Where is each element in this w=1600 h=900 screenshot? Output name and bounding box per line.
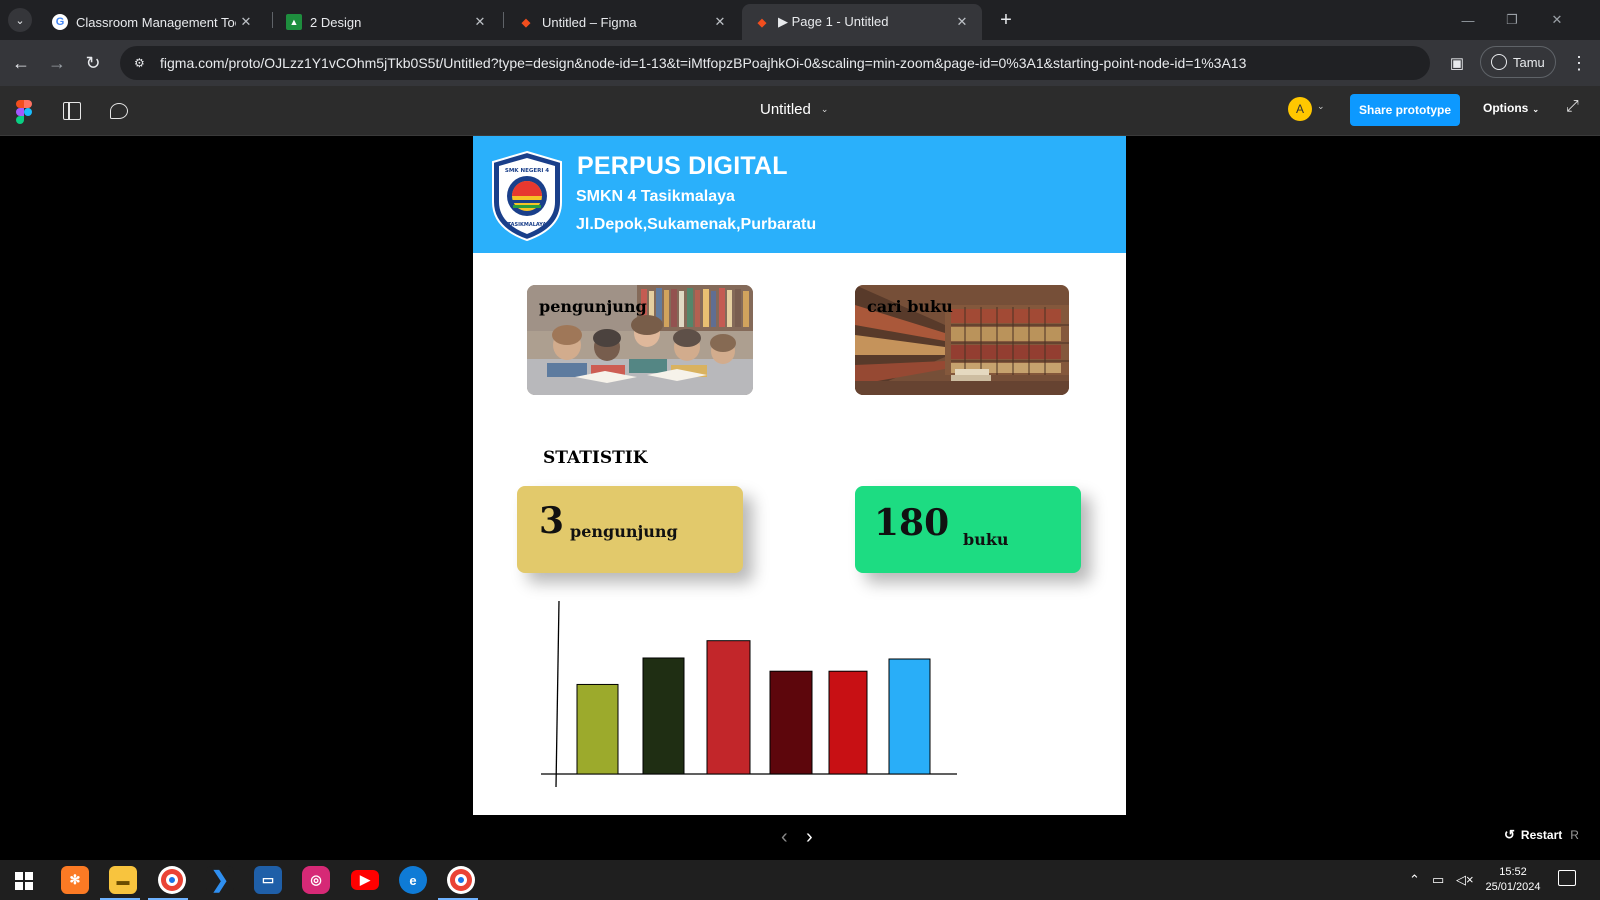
panel-toggle-button[interactable]	[60, 99, 84, 123]
tab-classroom-tools[interactable]: G Classroom Management Tools & R ✕	[40, 4, 266, 40]
reload-icon[interactable]: ↻	[80, 50, 106, 76]
google-icon: G	[52, 14, 68, 30]
network-icon[interactable]: ▭	[1432, 872, 1444, 888]
minimize-icon[interactable]: —	[1456, 8, 1480, 32]
figma-logo-icon[interactable]	[16, 100, 32, 124]
avatar[interactable]: A	[1288, 97, 1312, 121]
url-input[interactable]: ⚙ figma.com/proto/OJLzz1Y1vCOhm5jTkb0S5t…	[120, 46, 1430, 80]
figma-toolbar: Untitled ⌄ A ⌄ Share prototype Options ⌄ …	[0, 86, 1600, 136]
chevron-down-icon: ⌄	[1532, 105, 1540, 114]
remote-desktop-icon[interactable]: ▭	[254, 866, 282, 894]
tab-untitled-figma[interactable]: ◆ Untitled – Figma ✕	[506, 4, 740, 40]
comment-icon	[110, 103, 128, 119]
file-explorer-icon[interactable]: ▬	[109, 866, 137, 894]
tab-page-1-untitled[interactable]: ◆ ▶ Page 1 - Untitled ✕	[742, 4, 982, 40]
visitors-stat-card: 3 pengunjung	[517, 486, 743, 573]
tab-2-design[interactable]: ▲ 2 Design ✕	[274, 4, 500, 40]
edge-icon[interactable]: e	[399, 866, 427, 894]
fullscreen-icon[interactable]: ⤢	[1566, 98, 1579, 116]
restart-button[interactable]: ↺ Restart R	[1504, 827, 1579, 843]
chart-bar-4	[769, 670, 813, 775]
close-icon[interactable]: ✕	[952, 14, 972, 30]
browser-tab-strip: ⌄ G Classroom Management Tools & R ✕ ▲ 2…	[0, 0, 1600, 40]
address-bar: ← → ↻ ⚙ figma.com/proto/OJLzz1Y1vCOhm5jT…	[0, 40, 1600, 86]
instagram-icon[interactable]: ◎	[302, 866, 330, 894]
search-books-card[interactable]: cari buku	[855, 285, 1069, 395]
chart-bar-5	[828, 670, 868, 775]
school-address: Jl.Depok,Sukamenak,Purbaratu	[576, 216, 817, 233]
search-books-card-label: cari buku	[867, 297, 953, 316]
prototype-frame: SMK NEGERI 4 TASIKMALAYA PERPUS DIGITAL …	[473, 136, 1126, 815]
forward-icon[interactable]: →	[44, 50, 70, 76]
classroom-icon: ▲	[286, 14, 302, 30]
new-tab-button[interactable]: +	[994, 8, 1018, 32]
school-logo: SMK NEGERI 4 TASIKMALAYA	[492, 150, 562, 242]
taskbar-clock[interactable]: 15:52 25/01/2024	[1480, 865, 1546, 895]
window-close-icon[interactable]: ✕	[1545, 8, 1569, 32]
notification-icon[interactable]	[1558, 870, 1576, 886]
svg-text:SMK NEGERI 4: SMK NEGERI 4	[505, 168, 549, 174]
xampp-icon[interactable]: ✻	[61, 866, 89, 894]
svg-text:TASIKMALAYA: TASIKMALAYA	[508, 222, 547, 228]
site-settings-icon[interactable]: ⚙	[134, 56, 154, 70]
tray-overflow-icon[interactable]: ⌃	[1409, 872, 1420, 888]
previous-frame-icon[interactable]: ‹	[781, 826, 788, 849]
chart-bar-3	[706, 640, 751, 775]
statistics-heading: STATISTIK	[543, 448, 648, 468]
chart-bars	[576, 640, 931, 775]
sidebar-icon	[63, 102, 81, 120]
bar-chart	[541, 601, 957, 788]
chrome-icon[interactable]	[447, 866, 475, 894]
next-frame-icon[interactable]: ›	[806, 826, 813, 849]
chevron-down-icon[interactable]: ⌄	[1317, 101, 1325, 112]
side-panel-icon[interactable]: ▣	[1444, 50, 1470, 76]
tab-search-button[interactable]: ⌄	[8, 8, 32, 32]
restart-icon: ↺	[1504, 827, 1515, 842]
app-header: SMK NEGERI 4 TASIKMALAYA PERPUS DIGITAL …	[473, 136, 1126, 253]
comment-button[interactable]	[107, 99, 131, 123]
back-icon[interactable]: ←	[8, 50, 34, 76]
profile-button[interactable]: Tamu	[1480, 46, 1556, 78]
visitors-card-label: pengunjung	[539, 297, 647, 316]
close-icon[interactable]: ✕	[710, 14, 730, 30]
vscode-icon[interactable]: ❯	[206, 866, 234, 894]
chart-bar-1	[576, 683, 619, 775]
restore-icon[interactable]: ❐	[1500, 8, 1524, 32]
visitors-unit: pengunjung	[570, 522, 678, 541]
volume-muted-icon[interactable]: ◁×	[1456, 872, 1474, 888]
browser-menu-icon[interactable]: ⋮	[1566, 50, 1592, 76]
chrome-icon[interactable]	[158, 866, 186, 894]
chart-bar-2	[642, 657, 685, 775]
file-title-dropdown[interactable]: Untitled ⌄	[760, 101, 828, 118]
share-prototype-button[interactable]: Share prototype	[1350, 94, 1460, 126]
figma-icon: ◆	[521, 16, 531, 29]
figma-icon: ◆	[757, 16, 767, 29]
chevron-down-icon: ⌄	[820, 104, 829, 114]
youtube-icon[interactable]: ▶	[351, 870, 379, 890]
close-icon[interactable]: ✕	[470, 14, 490, 30]
visitors-card[interactable]: pengunjung	[527, 285, 753, 395]
options-button[interactable]: Options ⌄	[1483, 101, 1539, 115]
books-stat-card: 180 buku	[855, 486, 1081, 573]
books-count: 180	[874, 502, 950, 544]
y-axis	[555, 601, 560, 788]
page-title: PERPUS DIGITAL	[577, 152, 788, 180]
windows-taskbar: ✻ ▬ ❯ ▭ ◎ ▶ e ⌃ ▭ ◁× 15:52 25/01/2024	[0, 860, 1600, 900]
profile-icon	[1491, 54, 1507, 70]
school-name: SMKN 4 Tasikmalaya	[576, 188, 735, 205]
close-icon[interactable]: ✕	[236, 14, 256, 30]
windows-start-icon[interactable]	[15, 872, 33, 890]
chart-bar-6	[888, 658, 931, 775]
visitors-count: 3	[539, 500, 565, 542]
books-unit: buku	[963, 530, 1009, 549]
